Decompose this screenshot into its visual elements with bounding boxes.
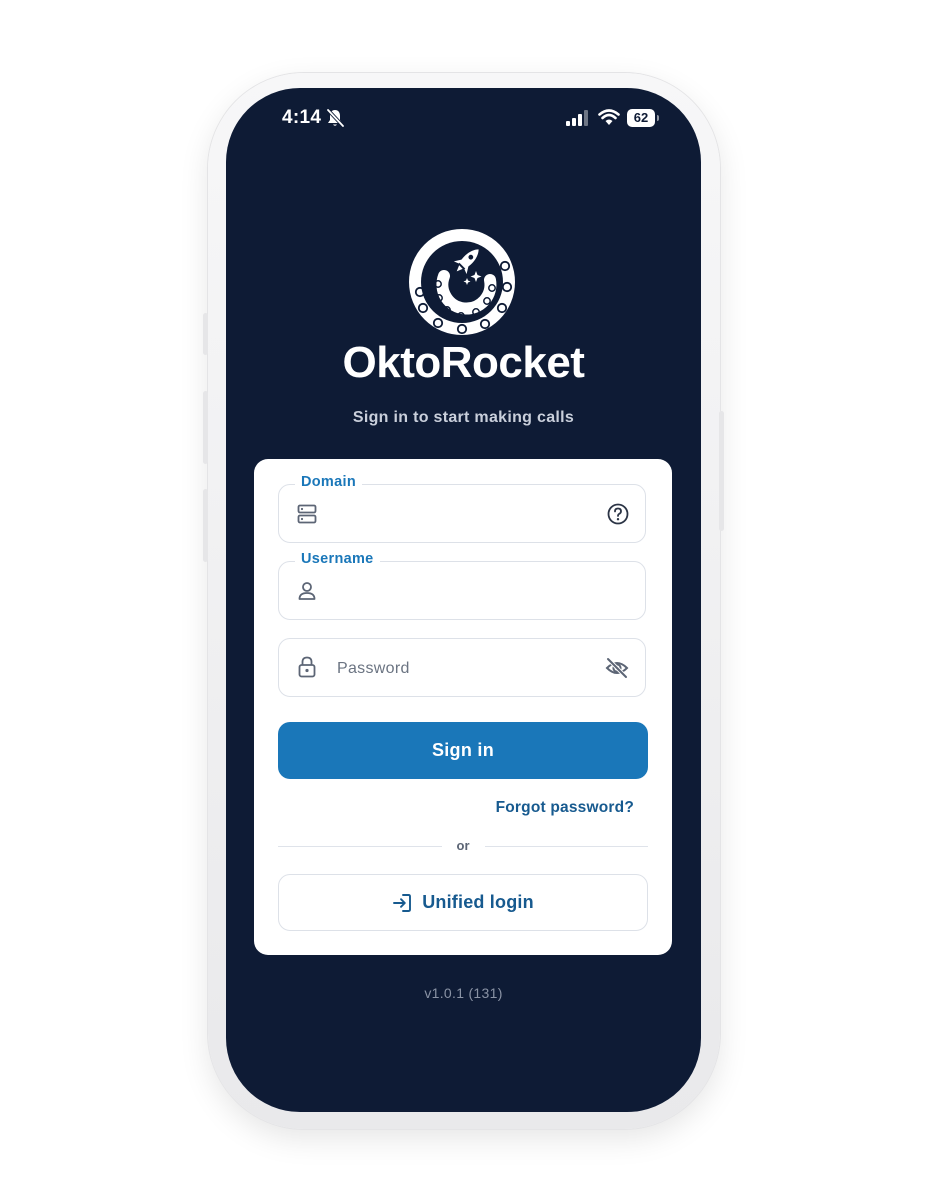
silent-switch — [203, 313, 208, 355]
app-version: v1.0.1 (131) — [424, 985, 503, 1001]
app-screen: 4:14 62 OktoRocket Sign in to start maki… — [226, 88, 701, 1112]
question-circle-icon[interactable] — [607, 503, 629, 525]
domain-input[interactable] — [335, 485, 585, 544]
divider-right — [485, 846, 648, 847]
server-icon — [297, 504, 317, 524]
divider-or-label: or — [456, 838, 470, 853]
brand-name: OktoRocket — [342, 338, 585, 387]
battery-level: 62 — [627, 109, 655, 127]
tagline: Sign in to start making calls — [352, 409, 575, 426]
eye-slash-icon[interactable] — [605, 657, 629, 679]
password-field[interactable] — [278, 638, 646, 698]
forgot-password-link[interactable]: Forgot password? — [496, 799, 634, 817]
login-card: Domain Username Sign in Forgot password?… — [254, 459, 672, 955]
divider-left — [278, 846, 442, 847]
volume-up-button — [203, 391, 208, 464]
bell-slash-icon — [326, 108, 344, 128]
status-time: 4:14 — [282, 107, 322, 128]
wifi-icon — [598, 109, 620, 125]
sign-in-button[interactable]: Sign in — [278, 722, 648, 779]
username-input[interactable] — [335, 562, 585, 621]
oktorocket-logo-icon — [409, 229, 515, 335]
volume-down-button — [203, 489, 208, 562]
battery-icon — [657, 115, 659, 121]
username-field[interactable]: Username — [278, 551, 646, 621]
lock-icon — [298, 656, 316, 678]
cellular-signal-icon — [566, 110, 588, 126]
password-input[interactable] — [335, 639, 585, 698]
user-icon — [298, 582, 316, 600]
unified-login-button[interactable]: Unified login — [278, 874, 648, 931]
power-button — [719, 411, 724, 531]
unified-login-label: Unified login — [422, 892, 534, 912]
login-arrow-icon — [393, 893, 412, 912]
domain-field[interactable]: Domain — [278, 474, 646, 544]
